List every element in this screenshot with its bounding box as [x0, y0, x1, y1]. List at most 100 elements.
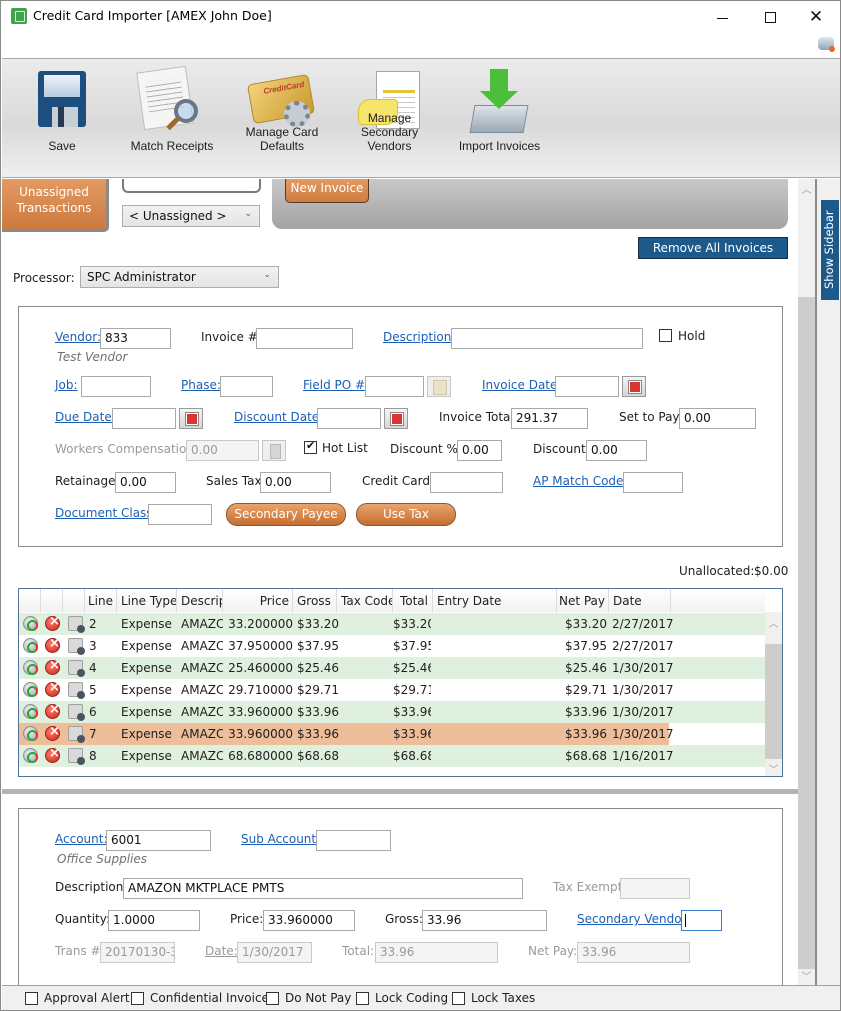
table-row[interactable]: 4 Expense AMAZC 25.460000 $25.46 $25.46 $25.46… — [19, 657, 765, 679]
use-tax-button[interactable]: Use Tax — [356, 503, 456, 526]
col-header-gross[interactable]: Gross — [293, 589, 337, 612]
col-header-price[interactable]: Price — [223, 589, 293, 612]
col-header-total[interactable]: Total — [393, 589, 433, 612]
delete-line-icon[interactable] — [45, 724, 60, 741]
field-po-input[interactable] — [365, 376, 424, 397]
table-row[interactable]: 2 Expense AMAZC 33.200000 $33.20 $33.20 $33.20… — [19, 613, 765, 635]
due-date-input[interactable] — [112, 408, 176, 429]
import-invoices-button[interactable]: Import Invoices — [452, 59, 547, 177]
scroll-up-icon[interactable]: ︿ — [765, 615, 782, 630]
tab-unassigned-transactions[interactable]: Unassigned Transactions — [2, 179, 109, 232]
line-details-icon[interactable] — [68, 704, 85, 721]
discount-percent-input[interactable]: 0.00 — [457, 440, 502, 461]
ap-match-code-link[interactable]: AP Match Code: — [533, 474, 627, 488]
invoice-date-calendar-icon[interactable] — [622, 376, 646, 397]
main-scroll-thumb[interactable] — [798, 297, 815, 969]
help-icon[interactable] — [818, 37, 835, 52]
po-lookup-button[interactable] — [427, 376, 451, 397]
col-header-tax-code[interactable]: Tax Code — [337, 589, 393, 612]
delete-line-icon[interactable] — [45, 658, 60, 675]
delete-line-icon[interactable] — [45, 680, 60, 697]
hot-list-checkbox[interactable] — [304, 439, 317, 454]
match-receipts-button[interactable]: Match Receipts — [122, 59, 222, 177]
sub-account-link[interactable]: Sub Account: — [241, 832, 320, 846]
refresh-line-icon[interactable] — [23, 616, 38, 631]
processor-select[interactable]: SPC Administrator ⌄ — [80, 266, 279, 288]
table-row[interactable]: 7 Expense AMAZC 33.960000 $33.96 $33.96 $33.96… — [19, 723, 765, 745]
invoice-date-input[interactable] — [555, 376, 619, 397]
phase-link[interactable]: Phase: — [181, 378, 221, 392]
vendor-input[interactable]: 833 — [100, 328, 171, 349]
line-description-input[interactable]: AMAZON MKTPLACE PMTS — [123, 878, 523, 899]
retainage-input[interactable]: 0.00 — [115, 472, 176, 493]
line-details-icon[interactable] — [68, 726, 85, 743]
delete-line-icon[interactable] — [45, 614, 60, 631]
price-input[interactable]: 33.960000 — [263, 910, 355, 931]
delete-line-icon[interactable] — [45, 746, 60, 763]
discount-date-link[interactable]: Discount Date: — [234, 410, 323, 424]
account-input[interactable]: 6001 — [106, 830, 211, 851]
new-invoice-button[interactable]: New Invoice — [285, 179, 369, 203]
hold-checkbox[interactable] — [659, 329, 672, 342]
vendor-link[interactable]: Vendor: — [55, 330, 101, 344]
secondary-vendor-link[interactable]: Secondary Vendor: — [577, 912, 690, 926]
date-link[interactable]: Date: — [205, 944, 238, 958]
line-details-icon[interactable] — [68, 616, 85, 633]
discount-input[interactable]: 0.00 — [586, 440, 647, 461]
grid-scrollbar[interactable]: ︿ ﹀ — [765, 612, 782, 776]
manage-card-defaults-button[interactable]: Manage Card Defaults — [237, 59, 327, 177]
job-input[interactable] — [81, 376, 151, 397]
discount-date-input[interactable] — [317, 408, 381, 429]
secondary-payee-button[interactable]: Secondary Payee — [226, 503, 346, 526]
col-header-details[interactable] — [63, 589, 85, 612]
secondary-vendor-input[interactable] — [681, 910, 722, 931]
col-header-line-type[interactable]: Line Type — [117, 589, 177, 612]
col-header-delete[interactable] — [41, 589, 63, 612]
col-header-date[interactable]: Date — [609, 589, 671, 612]
col-header-entry-date[interactable]: Entry Date — [433, 589, 557, 612]
ap-match-code-input[interactable] — [623, 472, 683, 493]
description-input[interactable] — [451, 328, 643, 349]
maximize-button[interactable] — [747, 4, 793, 30]
job-link[interactable]: Job: — [55, 378, 78, 392]
col-header-net-pay[interactable]: Net Pay — [557, 589, 609, 612]
document-class-input[interactable] — [148, 504, 212, 525]
discount-date-calendar-icon[interactable] — [384, 408, 408, 429]
account-link[interactable]: Account: — [55, 832, 108, 846]
line-details-icon[interactable] — [68, 660, 85, 677]
gross-input[interactable]: 33.96 — [422, 910, 547, 931]
line-details-icon[interactable] — [68, 638, 85, 655]
save-button[interactable]: Save — [22, 59, 102, 177]
line-details-icon[interactable] — [68, 682, 85, 699]
manage-secondary-vendors-button[interactable]: Manage Secondary Vendors — [347, 59, 432, 177]
show-sidebar-button[interactable]: Show Sidebar — [821, 200, 839, 300]
table-row[interactable]: 3 Expense AMAZC 37.950000 $37.95 $37.95 $37.95… — [19, 635, 765, 657]
scroll-up-icon[interactable]: ︿ — [798, 181, 815, 198]
delete-line-icon[interactable] — [45, 636, 60, 653]
col-header-line[interactable]: Line — [85, 589, 117, 612]
assignment-select[interactable]: < Unassigned > ⌄ — [122, 205, 260, 227]
refresh-line-icon[interactable] — [23, 726, 38, 741]
refresh-line-icon[interactable] — [23, 748, 38, 763]
invoice-date-link[interactable]: Invoice Date: — [482, 378, 561, 392]
approval-alert-checkbox[interactable] — [25, 992, 38, 1005]
table-row[interactable]: 8 Expense AMAZC 68.680000 $68.68 $68.68 $68.68… — [19, 745, 765, 767]
col-header-refresh[interactable] — [19, 589, 41, 612]
due-date-link[interactable]: Due Date: — [55, 410, 116, 424]
refresh-line-icon[interactable] — [23, 682, 38, 697]
lock-coding-checkbox[interactable] — [356, 992, 369, 1005]
minimize-button[interactable] — [699, 4, 745, 30]
table-row[interactable]: 6 Expense AMAZC 33.960000 $33.96 $33.96 $33.96… — [19, 701, 765, 723]
set-to-pay-input[interactable]: 0.00 — [679, 408, 756, 429]
refresh-line-icon[interactable] — [23, 638, 38, 653]
close-button[interactable]: ✕ — [793, 4, 839, 30]
sales-tax-input[interactable]: 0.00 — [260, 472, 331, 493]
sub-account-input[interactable] — [316, 830, 391, 851]
scroll-down-icon[interactable]: ﹀ — [765, 761, 782, 776]
main-scrollbar[interactable]: ︿ ﹀ — [798, 179, 815, 985]
grid-scroll-thumb[interactable] — [765, 644, 782, 759]
field-po-link[interactable]: Field PO #: — [303, 378, 369, 392]
transaction-filter-box[interactable] — [122, 179, 261, 193]
quantity-input[interactable]: 1.0000 — [108, 910, 200, 931]
scroll-down-icon[interactable]: ﹀ — [798, 968, 815, 985]
